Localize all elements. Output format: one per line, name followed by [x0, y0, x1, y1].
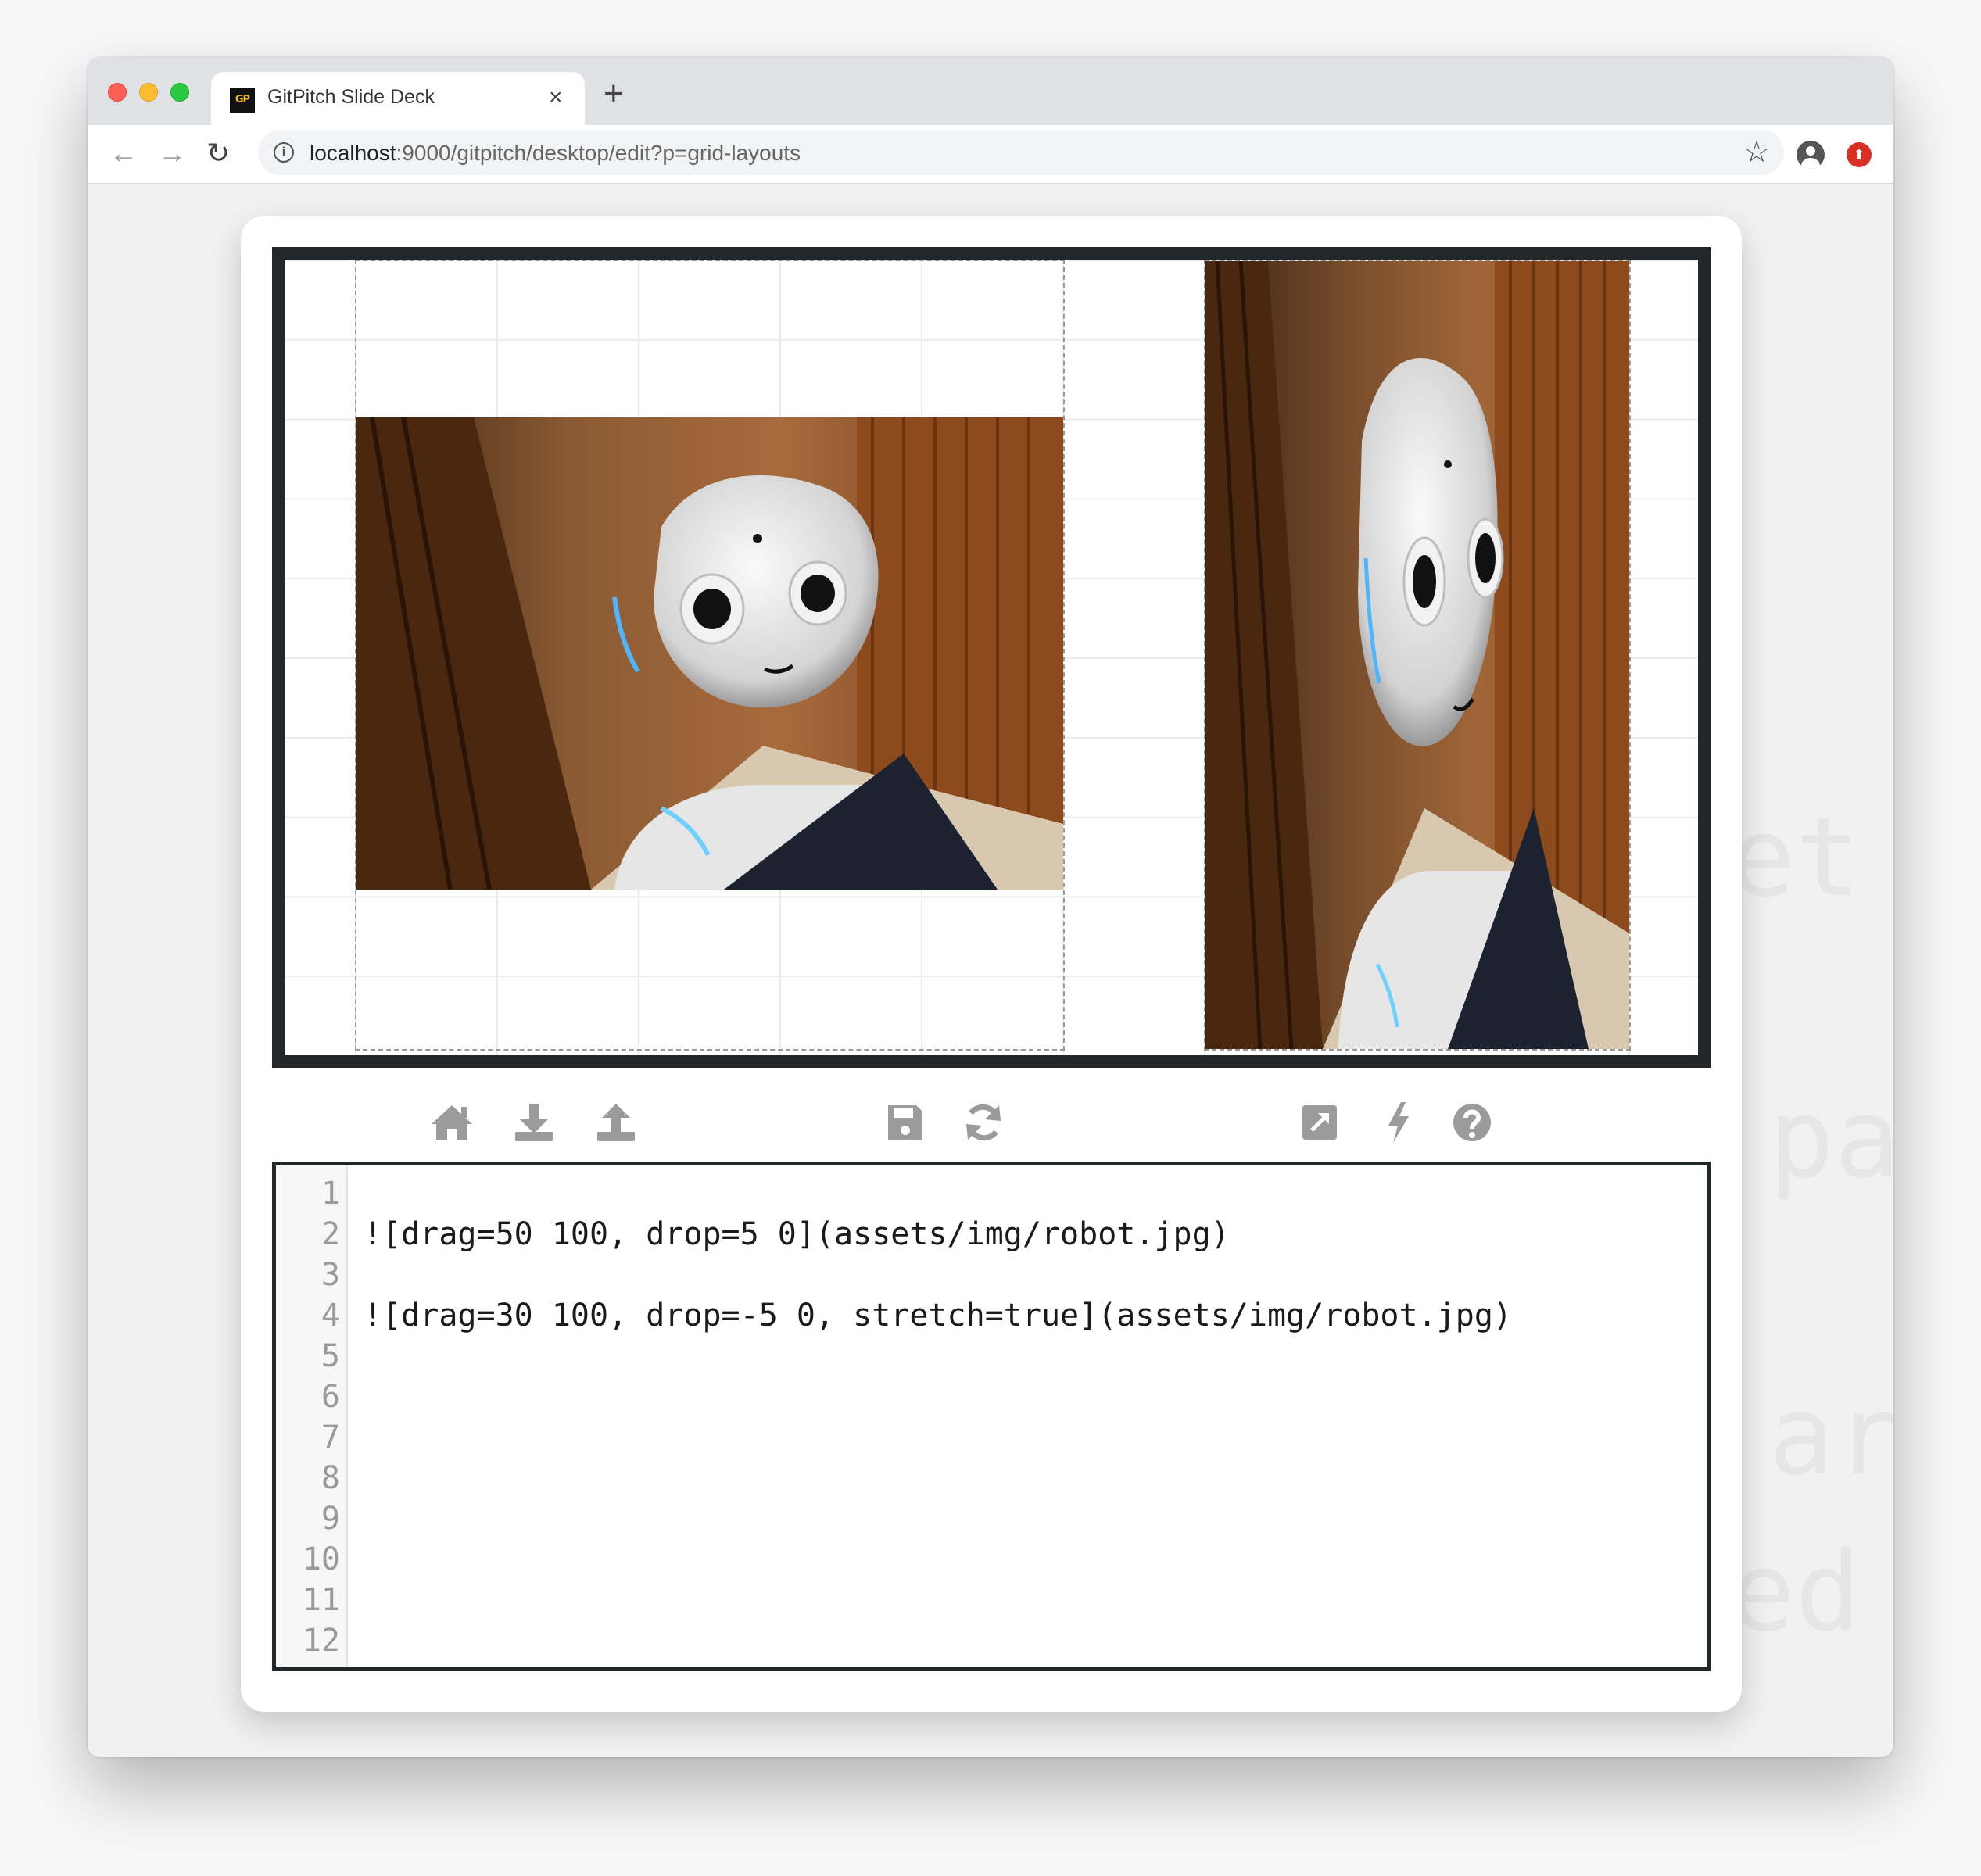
- url-path: :9000/gitpitch/desktop/edit?p=grid-layou…: [396, 141, 801, 165]
- reload-icon[interactable]: ↻: [206, 134, 230, 172]
- site-info-icon[interactable]: i: [274, 142, 294, 163]
- download-icon[interactable]: [510, 1099, 557, 1146]
- tab-close-icon[interactable]: ×: [549, 84, 563, 111]
- line-number: 4: [321, 1298, 340, 1334]
- tab-title: GitPitch Slide Deck: [267, 86, 435, 108]
- account-avatar-icon[interactable]: [1797, 141, 1825, 169]
- grid-cell-left: [355, 260, 1065, 1051]
- markdown-editor[interactable]: 1 2 3 4 5 6 7 8 9 10 11 12 ![drag=50 100…: [272, 1162, 1711, 1671]
- browser-window: GP GitPitch Slide Deck × + ← → ↻ i local…: [88, 58, 1893, 1757]
- save-icon[interactable]: [882, 1099, 929, 1146]
- refresh-icon[interactable]: [960, 1099, 1007, 1146]
- slide-actions-toolbar: [241, 1099, 1742, 1146]
- line-number: 3: [321, 1257, 340, 1293]
- forward-arrow-icon[interactable]: →: [158, 134, 186, 172]
- editor-card: 1 2 3 4 5 6 7 8 9 10 11 12 ![drag=50 100…: [241, 216, 1742, 1712]
- line-number: 5: [321, 1338, 340, 1374]
- address-bar[interactable]: i localhost:9000/gitpitch/desktop/edit?p…: [258, 130, 1784, 175]
- line-number: 10: [302, 1541, 340, 1577]
- upload-icon[interactable]: [593, 1099, 639, 1146]
- robot-image-right[interactable]: [1205, 261, 1629, 1049]
- home-icon[interactable]: [428, 1099, 475, 1146]
- line-number: 1: [321, 1176, 340, 1212]
- grid-cell-right: [1204, 260, 1631, 1051]
- browser-toolbar: ← → ↻ i localhost:9000/gitpitch/desktop/…: [88, 125, 1893, 184]
- minimize-window-button[interactable]: [139, 83, 158, 102]
- background-ghost-text: et: [1729, 794, 1861, 922]
- code-line[interactable]: ![drag=30 100, drop=-5 0, stretch=true](…: [364, 1295, 1512, 1336]
- robot-image-left[interactable]: [356, 417, 1063, 890]
- close-window-button[interactable]: [108, 83, 127, 102]
- gitpitch-favicon-icon: GP: [230, 88, 255, 113]
- slide-preview: [272, 247, 1711, 1068]
- line-number: 12: [302, 1623, 340, 1659]
- line-number: 11: [302, 1582, 340, 1618]
- tab-bar: GP GitPitch Slide Deck × +: [88, 58, 1893, 125]
- bolt-icon[interactable]: [1374, 1099, 1421, 1146]
- new-tab-button[interactable]: +: [604, 77, 624, 111]
- url-host: localhost: [310, 141, 396, 165]
- extension-update-icon[interactable]: ⬆: [1847, 142, 1872, 167]
- line-number: 6: [321, 1379, 340, 1415]
- maximize-window-button[interactable]: [170, 83, 189, 102]
- line-number: 2: [321, 1216, 340, 1252]
- code-line[interactable]: ![drag=50 100, drop=5 0](assets/img/robo…: [364, 1214, 1230, 1255]
- external-link-icon[interactable]: [1296, 1099, 1343, 1146]
- back-arrow-icon[interactable]: ←: [109, 134, 138, 172]
- background-ghost-text: pa: [1768, 1076, 1893, 1203]
- help-icon[interactable]: [1449, 1099, 1496, 1146]
- page-content: et pa ar ed (: [88, 184, 1893, 1757]
- line-number: 7: [321, 1420, 340, 1455]
- bookmark-star-icon[interactable]: ☆: [1743, 134, 1770, 170]
- line-number-gutter: 1 2 3 4 5 6 7 8 9 10 11 12: [276, 1165, 348, 1667]
- line-number: 8: [321, 1460, 340, 1496]
- background-ghost-text: ar: [1768, 1373, 1893, 1500]
- url-text[interactable]: localhost:9000/gitpitch/desktop/edit?p=g…: [310, 141, 801, 166]
- browser-tab[interactable]: GP GitPitch Slide Deck ×: [211, 72, 585, 125]
- background-ghost-text: ed (: [1729, 1529, 1893, 1656]
- line-number: 9: [321, 1501, 340, 1537]
